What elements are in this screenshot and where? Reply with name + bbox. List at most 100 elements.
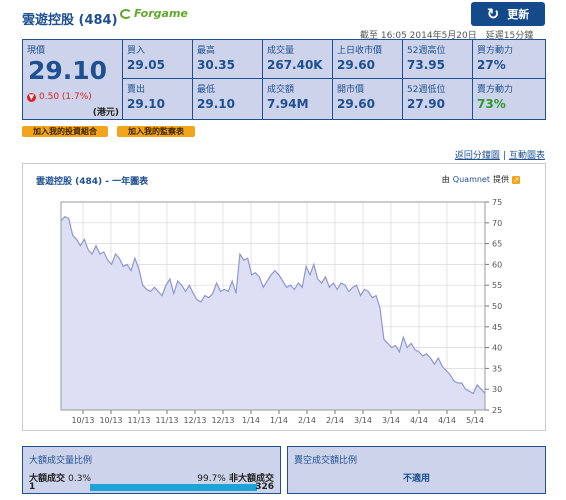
sell-power-cell: 賣方動力 73% [473,79,545,119]
external-link-icon[interactable]: ↗ [512,175,520,184]
current-price-value: 29.10 [28,56,108,85]
current-price-cell: 現價 29.10 ▼ 0.50 (1.7%) (港元) [23,40,123,119]
large-trade-pct: 0.3% [68,474,92,484]
volume-value: 267.40K [267,58,323,72]
turnover-label: 成交額 [267,85,295,95]
currency-unit: (港元) [92,108,119,118]
open-cell: 開市價 29.60 [333,79,403,119]
open-label: 開市價 [337,85,365,95]
low-label: 最低 [197,85,216,95]
chart-source-suffix: 提供 [493,175,509,184]
52w-high-label: 52週高位 [407,46,446,56]
y-tick-label: 55 [492,281,502,290]
x-tick-label: 3/14 [382,416,400,425]
price-change-value: 0.50 (1.7%) [39,92,92,102]
price-change: ▼ 0.50 (1.7%) [27,92,92,102]
short-sell-ratio-title: 賣空成交額比例 [294,456,358,466]
y-tick-label: 30 [492,385,502,394]
forgame-swirl-icon [120,8,132,19]
high-value: 30.35 [197,58,235,72]
y-tick-label: 25 [492,406,502,415]
intraday-chart-link[interactable]: 返回分鐘圖 [455,151,500,161]
52w-low-cell: 52週低位 27.90 [403,79,473,119]
turnover-cell: 成交額 7.94M [263,79,333,119]
open-value: 29.60 [337,97,375,111]
y-tick-label: 60 [492,260,502,269]
x-tick-label: 1/14 [270,416,288,425]
current-price-label: 現價 [27,46,46,56]
short-sell-ratio-panel: 賣空成交額比例 不適用 [287,446,546,494]
chart-links: 返回分鐘圖 | 互動圖表 [455,148,545,161]
volume-cell: 成交量 267.40K [263,40,333,79]
y-tick-label: 40 [492,344,502,353]
y-tick-label: 50 [492,302,502,311]
sell-power-value: 73% [477,97,506,111]
large-trade-ratio-panel: 大額成交量比例 大額成交 0.3% 99.7% 非大額成交 1 326 [22,446,281,494]
large-trade-ratio-title: 大額成交量比例 [29,456,93,466]
low-value: 29.10 [197,97,235,111]
trade-ratio-bar [90,484,257,491]
bid-cell: 買入 29.05 [123,40,193,79]
bid-value: 29.05 [127,58,165,72]
non-large-trade-count: 326 [255,482,274,492]
high-cell: 最高 30.35 [193,40,263,79]
52w-high-cell: 52週高位 73.95 [403,40,473,79]
high-label: 最高 [197,46,216,56]
refresh-icon: ↻ [486,4,500,23]
prev-close-cell: 上日收市價 29.60 [333,40,403,79]
x-tick-label: 12/13 [211,416,234,425]
chart-source: 由 Quamnet 提供 ↗ [442,174,520,185]
price-chart: 25 30 35 40 45 50 55 60 65 70 75 10/13 10/13 11/13 11/… [60,198,502,425]
add-to-portfolio-button[interactable]: 加入我的投資組合 [22,126,108,137]
prev-close-value: 29.60 [337,58,375,72]
buy-power-cell: 買方動力 27% [473,40,545,79]
ask-value: 29.10 [127,97,165,111]
x-tick-label: 11/13 [127,416,150,425]
x-tick-label: 11/13 [155,416,178,425]
ask-label: 賣出 [127,85,146,95]
prev-close-label: 上日收市價 [337,46,383,56]
x-tick-label: 12/13 [183,416,206,425]
short-sell-na: 不適用 [402,474,430,484]
x-tick-label: 10/13 [99,416,122,425]
volume-label: 成交量 [267,46,295,56]
y-tick-label: 35 [492,364,502,373]
x-tick-label: 4/14 [410,416,428,425]
buy-power-value: 27% [477,58,506,72]
x-tick-label: 4/14 [438,416,456,425]
page-title: 雲遊控股 (484) [22,13,118,28]
large-trade-label: 大額成交 0.3% [29,471,91,484]
chart-panel: 25 30 35 40 45 50 55 60 65 70 75 10/13 10/13 11/13 11/… [22,163,546,431]
brand-name: Forgame [134,7,188,20]
large-trade-count: 1 [29,482,36,492]
sell-power-label: 賣方動力 [477,85,514,95]
down-arrow-icon: ▼ [27,92,36,102]
turnover-value: 7.94M [267,97,309,111]
x-tick-label: 2/14 [326,416,344,425]
y-tick-label: 70 [492,219,502,228]
x-tick-label: 2/14 [298,416,316,425]
y-tick-label: 75 [492,198,502,207]
interactive-chart-link[interactable]: 互動圖表 [509,151,545,161]
buy-power-label: 買方動力 [477,46,514,56]
52w-low-label: 52週低位 [407,85,446,95]
52w-low-value: 27.90 [407,97,445,111]
y-tick-label: 65 [492,240,502,249]
forgame-logo: Forgame [120,7,188,20]
refresh-label: 更新 [507,8,530,21]
y-tick-label: 45 [492,323,502,332]
ask-cell: 賣出 29.10 [123,79,193,119]
add-to-watchlist-button[interactable]: 加入我的監察表 [117,126,195,137]
low-cell: 最低 29.10 [193,79,263,119]
x-tick-label: 1/14 [242,416,260,425]
header: 雲遊控股 (484) Forgame ↻ 更新 截至 16:05 2014年5月… [0,0,566,41]
quote-panel: 現價 29.10 ▼ 0.50 (1.7%) (港元) 買入 29.05 最高 30… [22,39,546,120]
refresh-button[interactable]: ↻ 更新 [471,2,545,26]
action-buttons: 加入我的投資組合 加入我的監察表 [22,126,195,137]
x-tick-label: 10/13 [71,416,94,425]
non-large-trade-pct: 99.7% [197,474,226,484]
chart-source-name[interactable]: Quamnet [453,175,490,184]
x-tick-label: 5/14 [466,416,484,425]
52w-high-value: 73.95 [407,58,445,72]
x-tick-label: 3/14 [354,416,372,425]
